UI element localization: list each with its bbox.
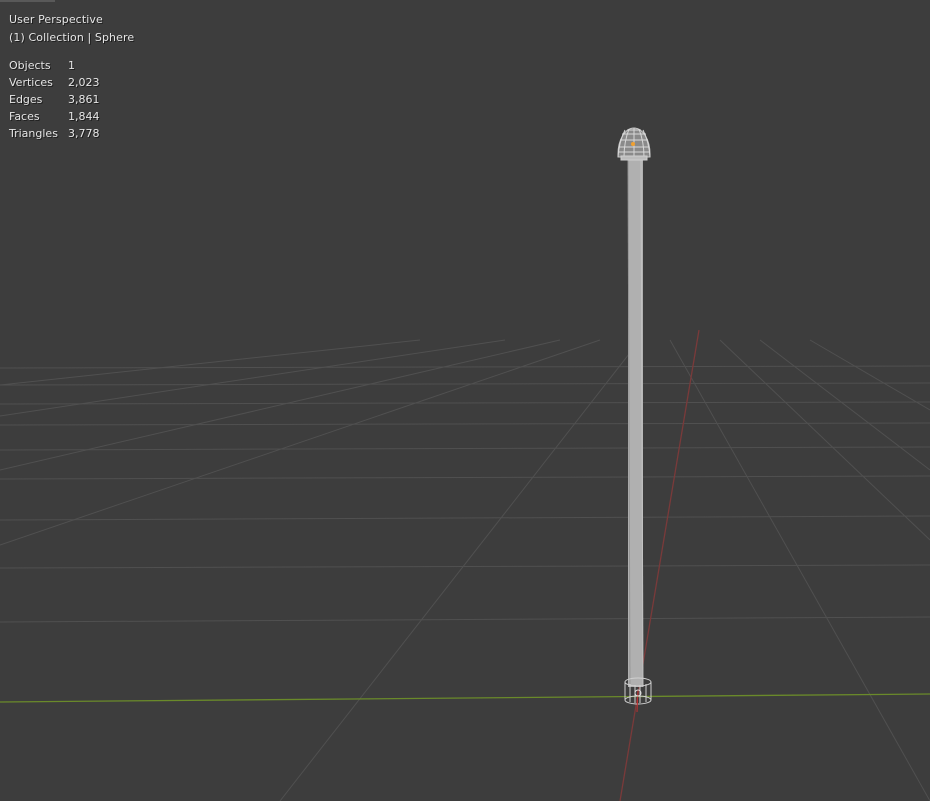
scene-statistics: Objects 1 Vertices 2,023 Edges 3,861 Fac… [9,57,100,142]
stat-value: 3,778 [68,127,100,140]
stat-row-edges: Edges 3,861 [9,91,100,108]
active-context-label: (1) Collection | Sphere [9,31,135,44]
stat-value: 1,844 [68,110,100,123]
viewport-info-overlay: User Perspective (1) Collection | Sphere [9,11,134,47]
stat-value: 1 [68,59,75,72]
stat-row-faces: Faces 1,844 [9,108,100,125]
view-name-label: User Perspective [9,13,103,26]
pole-mesh[interactable] [627,154,644,688]
stat-row-vertices: Vertices 2,023 [9,74,100,91]
stat-label: Edges [9,93,43,106]
stat-label: Triangles [9,127,58,140]
stat-value: 3,861 [68,93,100,106]
viewport-scene[interactable] [0,0,930,801]
3d-viewport[interactable]: User Perspective (1) Collection | Sphere… [0,0,930,801]
stat-row-objects: Objects 1 [9,57,100,74]
stat-label: Faces [9,110,40,123]
floor-grid [0,339,930,801]
stat-value: 2,023 [68,76,100,89]
stat-row-triangles: Triangles 3,778 [9,125,100,142]
y-axis-line [0,693,930,703]
object-origin-dot [631,142,635,146]
stat-label: Vertices [9,76,53,89]
stat-label: Objects [9,59,51,72]
